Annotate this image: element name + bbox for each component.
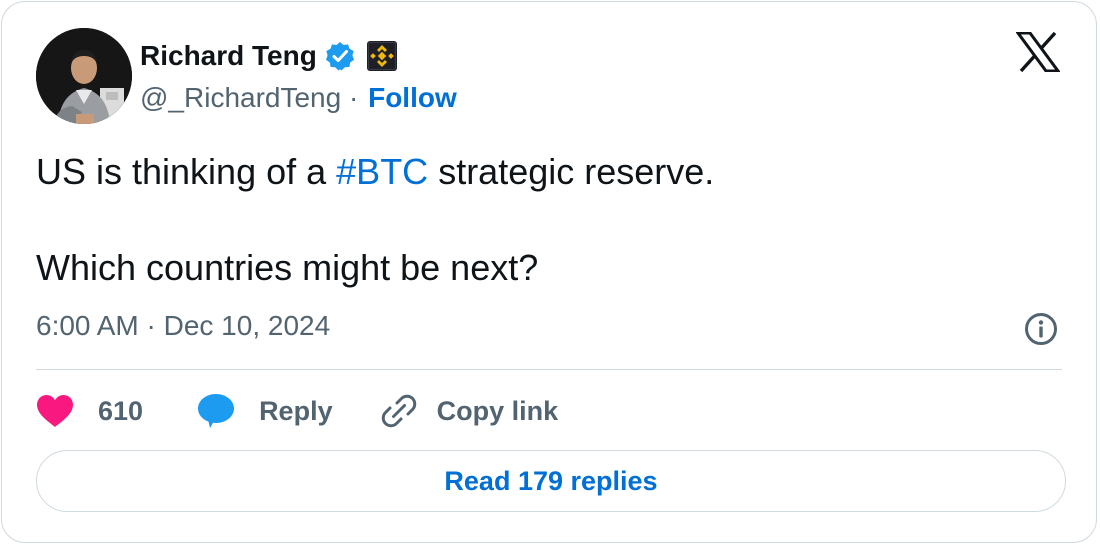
binance-logo-icon[interactable] (366, 41, 397, 71)
copy-link-button[interactable]: Copy link (381, 393, 559, 429)
read-replies-button[interactable]: Read 179 replies (36, 450, 1066, 512)
read-replies-label: Read 179 replies (444, 465, 658, 496)
avatar-photo (36, 28, 132, 124)
tweet-timestamp[interactable]: 6:00 AM · Dec 10, 2024 (36, 310, 330, 342)
author-handle[interactable]: @_RichardTeng (140, 82, 341, 114)
verified-badge-icon (325, 41, 355, 71)
avatar[interactable] (36, 28, 132, 124)
reply-label: Reply (259, 395, 333, 426)
tweet-line-1: US is thinking of a #BTC strategic reser… (36, 151, 715, 192)
speech-bubble-icon (197, 393, 235, 429)
tweet-line-2: Which countries might be next? (36, 247, 539, 288)
heart-icon (36, 394, 74, 428)
tweet-actions: 610 Reply Copy link (36, 388, 558, 434)
reply-button[interactable]: Reply (197, 393, 333, 429)
tweet-card: Richard Teng @_RichardTeng · Follow US i… (1, 1, 1097, 543)
tweet-text: US is thinking of a #BTC strategic reser… (36, 148, 714, 292)
like-button[interactable]: 610 (36, 394, 143, 428)
follow-button[interactable]: Follow (368, 82, 457, 114)
author-handle-row: @_RichardTeng · Follow (140, 82, 457, 114)
handle-separator: · (348, 82, 359, 113)
tweet-line-blank (36, 196, 714, 244)
x-logo-icon[interactable] (1015, 31, 1061, 73)
info-icon[interactable] (1024, 312, 1058, 346)
divider (36, 369, 1062, 370)
copy-link-label: Copy link (436, 395, 559, 426)
author-name-row: Richard Teng (140, 38, 397, 74)
hashtag-link[interactable]: #BTC (336, 151, 428, 192)
link-icon (381, 393, 417, 429)
author-display-name[interactable]: Richard Teng (140, 40, 317, 72)
like-count: 610 (98, 395, 144, 426)
